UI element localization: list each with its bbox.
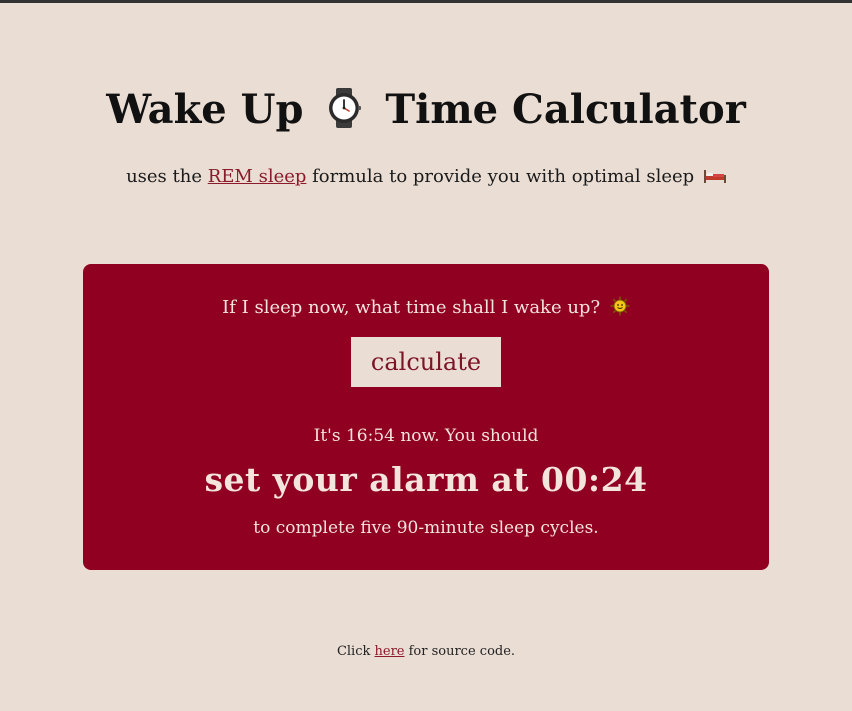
sleep-cycles-text: to complete five 90-minute sleep cycles. [253, 518, 599, 538]
footer: Click here for source code. [0, 644, 852, 659]
sun-icon [610, 296, 630, 316]
alarm-time-result: set your alarm at 00:24 [204, 460, 648, 499]
calculator-card: If I sleep now, what time shall I wake u… [83, 264, 769, 570]
bed-icon [703, 170, 726, 183]
subtitle-prefix: uses the [126, 166, 208, 187]
footer-prefix: Click [336, 644, 375, 659]
window-top-border [0, 0, 852, 3]
rem-sleep-link[interactable]: REM sleep [208, 166, 307, 187]
subtitle-suffix: formula to provide you with optimal slee… [306, 166, 695, 187]
question-text: If I sleep now, what time shall I wake u… [222, 297, 601, 318]
subtitle: uses the REM sleep formula to provide yo… [0, 166, 852, 187]
page-title: Wake Up Time Calculator [0, 86, 852, 133]
page: Wake Up Time Calculator uses the REM sle… [0, 0, 852, 711]
source-code-link[interactable]: here [375, 644, 405, 659]
current-time-text: It's 16:54 now. You should [313, 426, 539, 446]
footer-suffix: for source code. [404, 644, 516, 659]
sleep-question: If I sleep now, what time shall I wake u… [83, 296, 769, 318]
title-part-1: Wake Up [106, 86, 304, 133]
title-part-2: Time Calculator [385, 86, 746, 133]
watch-icon [329, 88, 362, 128]
calculate-button[interactable]: calculate [351, 337, 501, 387]
